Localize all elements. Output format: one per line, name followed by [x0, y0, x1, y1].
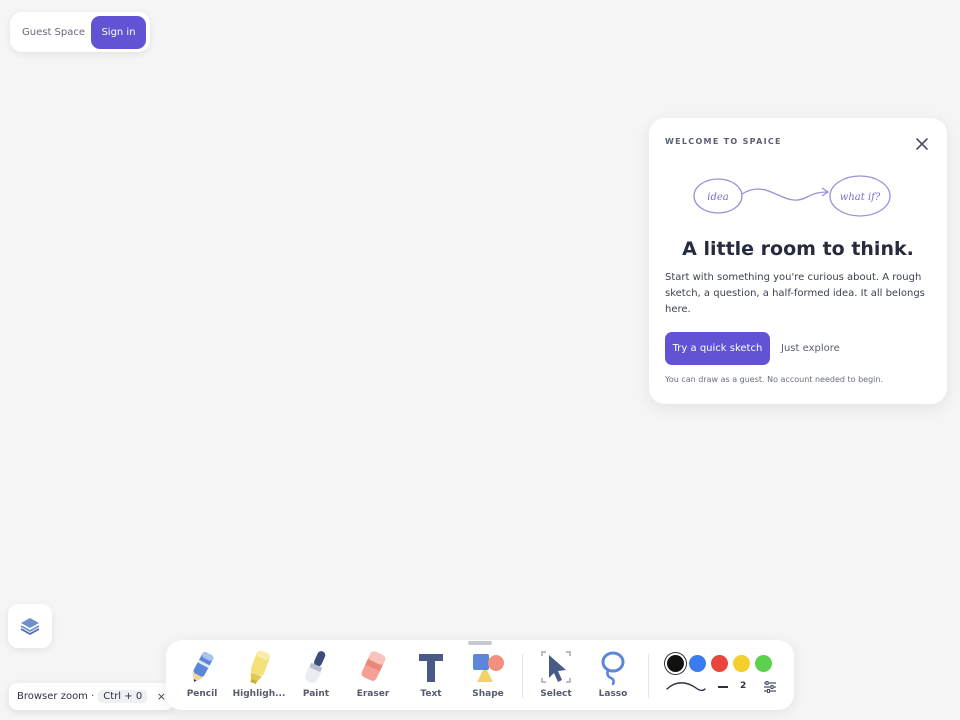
pencil-icon [192, 651, 214, 683]
idea-bubble-text: idea [707, 192, 729, 203]
color-swatch[interactable] [711, 655, 728, 672]
guest-space-label: Guest Space [22, 26, 86, 38]
layers-icon [20, 618, 40, 635]
browser-zoom-label: Browser zoom · [17, 691, 95, 702]
tool-label: Paint [302, 689, 330, 699]
tool-label: Highligh... [232, 689, 286, 699]
what-if-bubble-text: what if? [840, 192, 881, 203]
tool-label: Shape [472, 689, 504, 699]
toolbar-drag-handle[interactable] [468, 641, 492, 645]
close-icon[interactable] [915, 137, 929, 151]
stroke-style-preview[interactable] [666, 680, 706, 694]
tool-label: Eraser [356, 689, 390, 699]
color-swatch[interactable] [755, 655, 772, 672]
idea-flow-illustration: idea what if? [693, 175, 891, 217]
tool-highlighter[interactable]: Highligh... [232, 648, 286, 706]
color-swatch[interactable] [733, 655, 750, 672]
just-explore-link[interactable]: Just explore [781, 332, 840, 365]
highlighter-icon [250, 650, 271, 685]
tool-text[interactable]: Text [404, 648, 458, 706]
tool-select[interactable]: Select [529, 648, 583, 706]
toolbar-divider [522, 654, 523, 698]
shape-icon [473, 654, 504, 682]
paint-brush-icon [304, 651, 326, 683]
tool-label: Select [540, 689, 572, 699]
zoom-reset-shortcut: Ctrl + 0 [98, 690, 148, 703]
tool-shape[interactable]: Shape [461, 648, 515, 706]
select-cursor-icon [541, 651, 571, 683]
text-icon [419, 654, 443, 682]
drawing-toolbar: Pencil Highligh... Paint Eraser Text Sha… [166, 640, 794, 710]
color-swatch[interactable] [689, 655, 706, 672]
guest-fine-print: You can draw as a guest. No account need… [665, 375, 883, 384]
stroke-width-value[interactable]: 2 [740, 681, 746, 691]
toolbar-divider [648, 654, 649, 698]
account-pill: Guest Space Sign in [10, 12, 150, 52]
stroke-width-indicator [718, 686, 728, 688]
tool-eraser[interactable]: Eraser [346, 648, 400, 706]
tool-label: Pencil [186, 689, 218, 699]
tool-label: Text [420, 689, 442, 699]
tool-pencil[interactable]: Pencil [175, 648, 229, 706]
layers-button[interactable] [8, 604, 52, 648]
welcome-eyebrow: WELCOME TO SPAICE [665, 137, 782, 146]
welcome-headline: A little room to think. [682, 238, 914, 260]
welcome-body: Start with something you're curious abou… [665, 272, 925, 315]
sign-in-button[interactable]: Sign in [91, 15, 146, 49]
tool-label: Lasso [598, 689, 628, 699]
eraser-icon [361, 651, 386, 681]
tool-lasso[interactable]: Lasso [586, 648, 640, 706]
close-toast-button[interactable]: × [157, 690, 166, 703]
lasso-icon [601, 651, 625, 686]
welcome-card: WELCOME TO SPAICE idea what if? A little… [649, 118, 947, 404]
color-swatch[interactable] [667, 655, 684, 672]
sliders-icon[interactable] [763, 680, 777, 694]
browser-zoom-toast: Browser zoom · Ctrl + 0 × [9, 683, 174, 710]
try-quick-sketch-button[interactable]: Try a quick sketch [665, 332, 770, 365]
tool-paint[interactable]: Paint [289, 648, 343, 706]
